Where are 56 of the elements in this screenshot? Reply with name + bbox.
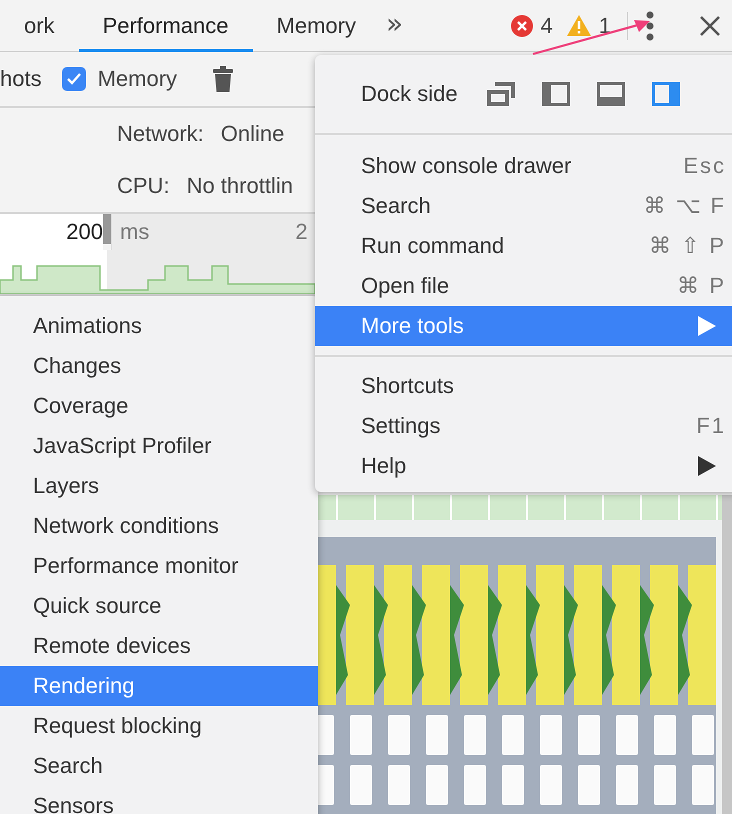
menu-item[interactable]: Layers — [0, 466, 318, 506]
menu-item[interactable]: Open file ⌘ P — [315, 266, 732, 306]
shortcut-label: ⌘ P — [677, 273, 726, 299]
menu-item[interactable]: Changes — [0, 346, 318, 386]
menu-item[interactable]: Search ⌘ ⌥ F — [315, 186, 732, 226]
menu-item[interactable]: Remote devices — [0, 626, 318, 666]
dock-right-icon[interactable] — [652, 82, 680, 106]
trash-icon[interactable] — [213, 66, 234, 92]
network-value[interactable]: Online — [220, 121, 284, 147]
menu-item[interactable]: Request blocking — [0, 706, 318, 746]
menu-item[interactable]: Animations — [0, 306, 318, 346]
submenu-arrow-icon — [698, 456, 716, 476]
menu-item[interactable]: More tools — [315, 306, 732, 346]
more-tabs-button[interactable]: » — [380, 0, 410, 47]
error-icon — [510, 14, 532, 36]
tab[interactable]: Memory — [252, 3, 380, 52]
memory-checkbox[interactable] — [62, 67, 86, 91]
menu-item[interactable]: Show console drawer Esc — [315, 146, 732, 186]
error-count: 4 — [540, 12, 553, 38]
dock-left-icon[interactable] — [542, 82, 570, 106]
range-handle[interactable] — [103, 214, 111, 244]
time-unit: ms — [120, 219, 150, 245]
screenshots-label: hots — [0, 66, 42, 92]
menu-item[interactable]: Network conditions — [0, 506, 318, 546]
shortcut-label: Esc — [683, 153, 726, 179]
menu-item[interactable]: JavaScript Profiler — [0, 426, 318, 466]
scrollbar[interactable] — [722, 495, 732, 814]
menu-item[interactable]: Help — [315, 446, 732, 486]
menu-item[interactable]: Search — [0, 746, 318, 786]
tab[interactable]: ork — [0, 3, 79, 52]
shortcut-label: ⌘ ⌥ F — [643, 193, 726, 219]
menu-item[interactable]: Performance monitor — [0, 546, 318, 586]
tab[interactable]: Performance — [78, 3, 253, 52]
menu-item[interactable]: Coverage — [0, 386, 318, 426]
dock-side-label: Dock side — [361, 81, 458, 107]
menu-item[interactable]: Quick source — [0, 586, 318, 626]
menu-item[interactable]: Settings F1 — [315, 406, 732, 446]
submenu-arrow-icon — [698, 316, 716, 336]
close-icon[interactable] — [700, 16, 720, 36]
menu-item[interactable]: Rendering — [0, 666, 318, 706]
more-options-icon[interactable] — [646, 10, 654, 40]
cpu-value[interactable]: No throttlin — [186, 173, 293, 199]
shortcut-label: ⌘ ⇧ P — [649, 233, 726, 259]
time-label: 2 — [295, 219, 308, 245]
warning-icon — [566, 15, 591, 36]
menu-item[interactable]: Run command ⌘ ⇧ P — [315, 226, 732, 266]
time-label: 200 — [66, 219, 103, 245]
checkmark-icon — [66, 72, 82, 86]
network-label: Network: — [117, 121, 204, 147]
undock-icon[interactable] — [486, 82, 515, 106]
memory-label: Memory — [98, 66, 178, 92]
shortcut-label: F1 — [696, 413, 726, 439]
menu-item[interactable]: Shortcuts — [315, 366, 732, 406]
cpu-label: CPU: — [117, 173, 170, 199]
menu-item[interactable]: Sensors — [0, 786, 318, 814]
dock-bottom-icon[interactable] — [596, 82, 625, 106]
